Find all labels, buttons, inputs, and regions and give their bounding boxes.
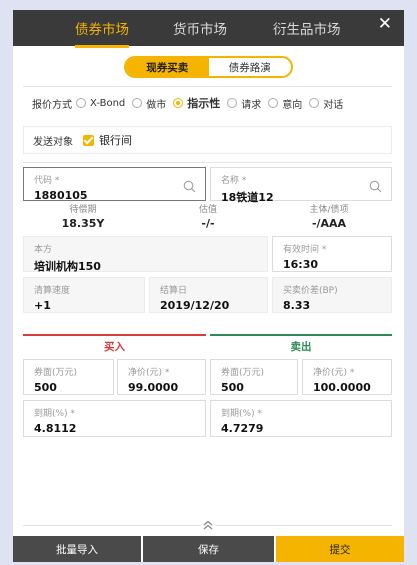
buy-net-price-field[interactable]: 净价(元) * 99.0000 bbox=[117, 359, 206, 395]
radio-dialogue[interactable]: 对话 bbox=[309, 96, 343, 111]
radio-selected-icon bbox=[173, 98, 184, 108]
radio-indicative[interactable]: 指示性 bbox=[173, 95, 220, 111]
quote-method-row: 报价方式 X-Bond 做市 指示性 请求 意向 对话 bbox=[32, 95, 350, 111]
buy-yield-field[interactable]: 到期(%) * 4.8112 bbox=[23, 400, 206, 437]
search-icon[interactable] bbox=[369, 180, 382, 193]
search-icon[interactable] bbox=[183, 180, 196, 193]
segment-bond-roadshow[interactable]: 债券路演 bbox=[209, 58, 292, 76]
valid-time-field[interactable]: 有效时间 * 16:30 bbox=[272, 236, 392, 272]
close-icon[interactable]: ✕ bbox=[378, 14, 392, 34]
issuer-bond-rating: 主体/债项 -/AAA bbox=[309, 205, 349, 230]
send-target-label: 发送对象 bbox=[33, 136, 73, 148]
footer-actions: 批量导入 保存 提交 bbox=[13, 536, 404, 562]
submit-button[interactable]: 提交 bbox=[276, 536, 404, 562]
name-field[interactable]: 名称 * 18铁道12 bbox=[210, 167, 392, 204]
segment-cash-bond-trading[interactable]: 现券买卖 bbox=[126, 58, 209, 76]
market-tab-bar: 债券市场 货币市场 衍生品市场 ✕ bbox=[13, 10, 404, 48]
clearing-speed-field[interactable]: 清算速度 +1 bbox=[23, 277, 145, 313]
trade-type-segment: 现券买卖 债券路演 bbox=[124, 56, 293, 78]
radio-circle-icon bbox=[227, 98, 238, 108]
sell-header: 卖出 bbox=[210, 334, 392, 356]
divider bbox=[23, 86, 392, 87]
divider bbox=[23, 162, 392, 163]
radio-circle-icon bbox=[132, 98, 143, 108]
quote-dialog: 债券市场 货币市场 衍生品市场 ✕ 现券买卖 债券路演 报价方式 X-Bond … bbox=[13, 10, 404, 562]
buy-header: 买入 bbox=[23, 334, 206, 356]
interbank-checkbox[interactable]: 银行间 bbox=[83, 132, 132, 148]
tab-derivatives-market[interactable]: 衍生品市场 bbox=[273, 18, 341, 38]
tab-money-market[interactable]: 货币市场 bbox=[173, 18, 227, 38]
radio-x-bond[interactable]: X-Bond bbox=[76, 98, 125, 109]
buy-face-value-field[interactable]: 券面(万元) 500 bbox=[23, 359, 114, 395]
code-field[interactable]: 代码 * 1880105 bbox=[23, 167, 206, 202]
valuation: 估值 -/- bbox=[198, 205, 217, 230]
radio-market-making[interactable]: 做市 bbox=[132, 96, 166, 111]
radio-intention[interactable]: 意向 bbox=[268, 96, 302, 111]
bid-ask-spread-field: 买卖价差(BP) 8.33 bbox=[272, 277, 392, 313]
sell-yield-field[interactable]: 到期(%) * 4.7279 bbox=[210, 400, 392, 437]
collapse-toggle bbox=[13, 518, 404, 532]
send-target-row: 发送对象 银行间 bbox=[23, 126, 392, 154]
chevron-up-double-icon[interactable] bbox=[201, 519, 215, 531]
checkmark-icon bbox=[83, 134, 94, 146]
radio-circle-icon bbox=[76, 98, 86, 108]
radio-circle-icon bbox=[309, 98, 320, 108]
sell-net-price-field[interactable]: 净价(元) * 100.0000 bbox=[302, 359, 392, 395]
sell-face-value-field[interactable]: 券面(万元) 500 bbox=[210, 359, 298, 395]
batch-import-button[interactable]: 批量导入 bbox=[13, 536, 141, 562]
radio-request[interactable]: 请求 bbox=[227, 96, 261, 111]
tab-bond-market[interactable]: 债券市场 bbox=[75, 18, 129, 48]
settlement-date-field[interactable]: 结算日 2019/12/20 bbox=[149, 277, 268, 313]
remaining-term: 待偿期 18.35Y bbox=[61, 205, 105, 230]
party-field[interactable]: 本方 培训机构150 bbox=[23, 236, 268, 273]
save-button[interactable]: 保存 bbox=[143, 536, 274, 562]
radio-circle-icon bbox=[268, 98, 279, 108]
quote-method-label: 报价方式 bbox=[32, 99, 72, 111]
